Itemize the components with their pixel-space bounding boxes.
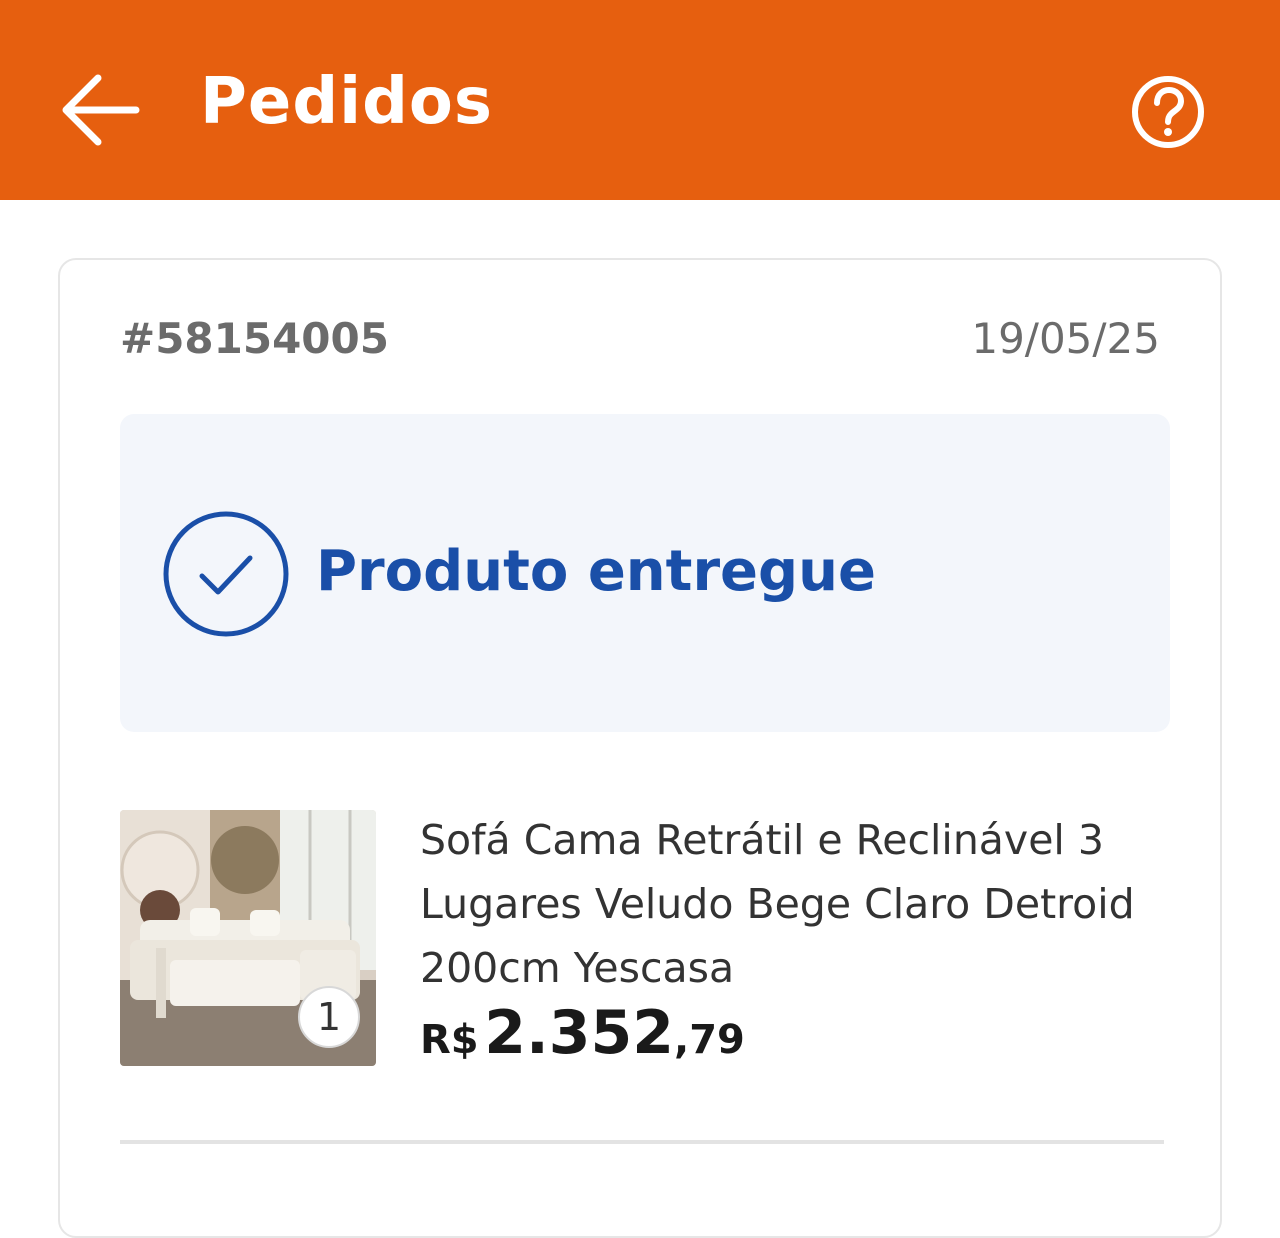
price-currency: R$ <box>420 1017 479 1063</box>
product-name: Sofá Cama Retrátil e Reclinável 3 Lugare… <box>420 816 1135 992</box>
order-status-text: Produto entregue <box>316 539 876 604</box>
divider <box>120 1140 1164 1144</box>
back-button[interactable] <box>56 66 146 156</box>
order-status-box: Produto entregue <box>120 414 1170 732</box>
question-circle-icon <box>1132 76 1204 148</box>
quantity-badge: 1 <box>298 986 360 1048</box>
app-header: Pedidos <box>0 0 1280 200</box>
arrow-left-icon <box>62 74 140 146</box>
order-card[interactable]: #58154005 19/05/25 Produto entregue 1 So… <box>58 258 1222 1238</box>
product-price: R$ 2.352,79 <box>420 998 745 1068</box>
order-date: 19/05/25 <box>971 314 1160 363</box>
page-title: Pedidos <box>200 65 493 139</box>
price-integer: 2.352 <box>484 998 675 1068</box>
help-button[interactable] <box>1128 72 1208 152</box>
check-circle-icon <box>163 511 289 637</box>
price-decimal: ,79 <box>674 1017 745 1063</box>
order-number: #58154005 <box>120 314 389 363</box>
order-item[interactable]: 1 Sofá Cama Retrátil e Reclinável 3 Luga… <box>120 810 1170 1070</box>
